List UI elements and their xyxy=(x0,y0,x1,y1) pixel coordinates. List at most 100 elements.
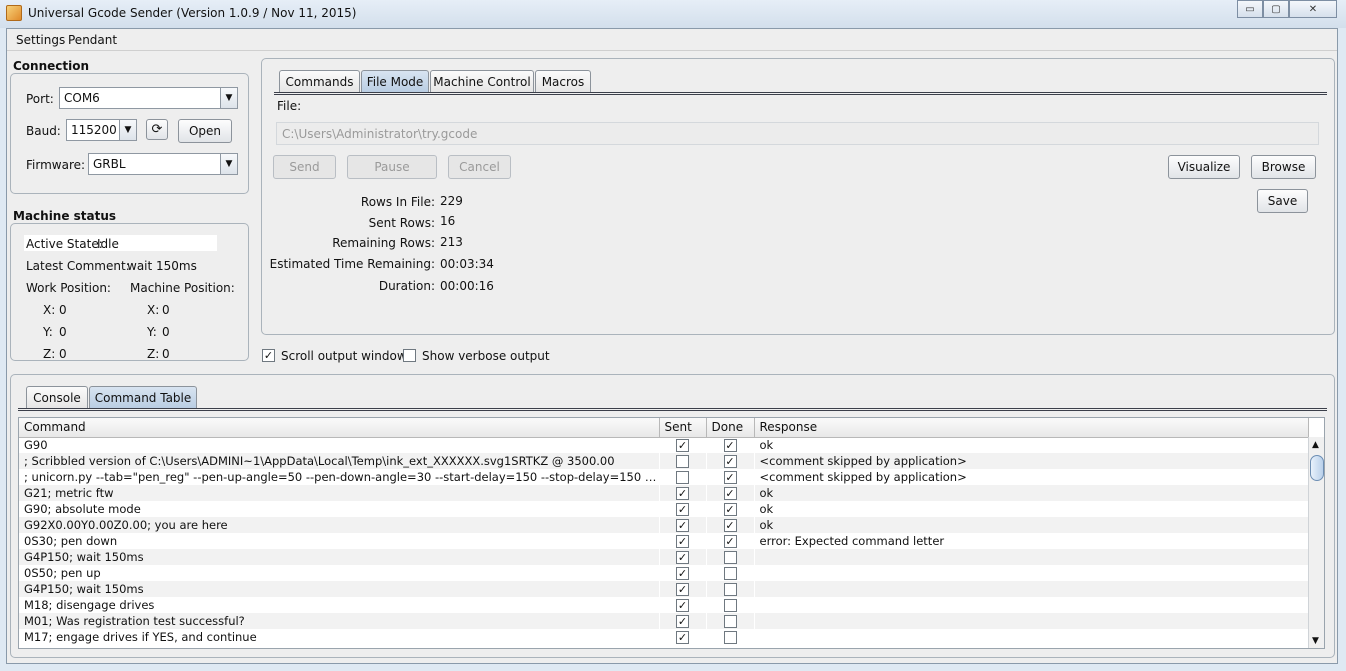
minimize-button[interactable]: ▭ xyxy=(1237,0,1263,18)
baud-label: Baud: xyxy=(26,124,61,138)
done-checkbox: ✓ xyxy=(723,486,737,500)
machine-z-value: 0 xyxy=(162,347,170,361)
latest-comment-value: wait 150ms xyxy=(127,259,197,273)
pause-button[interactable]: Pause xyxy=(347,155,437,179)
done-checkbox xyxy=(723,598,737,612)
done-checkbox: ✓ xyxy=(723,502,737,516)
header-sent[interactable]: Sent xyxy=(659,418,707,438)
checkmark-icon: ✓ xyxy=(725,438,735,452)
tab-command-table[interactable]: Command Table xyxy=(89,386,197,409)
checkmark-icon: ✓ xyxy=(677,486,688,500)
table-row[interactable]: G4P150; wait 150ms ✓ xyxy=(19,549,1309,565)
tab-console[interactable]: Console xyxy=(26,386,88,409)
tab-macros[interactable]: Macros xyxy=(535,70,591,93)
response-cell xyxy=(754,597,1309,613)
port-label: Port: xyxy=(26,92,54,106)
command-cell: 0S50; pen up xyxy=(19,565,660,581)
tab-commands[interactable]: Commands xyxy=(279,70,360,93)
table-row[interactable]: M18; disengage drives ✓ xyxy=(19,597,1309,613)
port-select[interactable]: COM6 ▼ xyxy=(59,87,238,109)
open-button[interactable]: Open xyxy=(178,119,232,143)
table-row[interactable]: G92X0.00Y0.00Z0.00; you are here ✓ ✓ ok xyxy=(19,517,1309,533)
checkmark-icon: ✓ xyxy=(725,486,735,500)
machine-status-title: Machine status xyxy=(13,209,117,223)
done-cell: ✓ xyxy=(706,437,755,453)
tab-machine-control[interactable]: Machine Control xyxy=(430,70,534,93)
sent-cell: ✓ xyxy=(659,581,707,597)
port-value: COM6 xyxy=(64,91,100,105)
checkmark-icon: ✓ xyxy=(677,534,688,548)
sent-checkbox: ✓ xyxy=(676,614,689,628)
done-checkbox: ✓ xyxy=(723,470,737,484)
browse-button[interactable]: Browse xyxy=(1251,155,1316,179)
send-button[interactable]: Send xyxy=(273,155,336,179)
scroll-thumb[interactable] xyxy=(1310,455,1324,481)
response-cell xyxy=(754,549,1309,565)
scroll-down-icon[interactable]: ▼ xyxy=(1312,636,1319,646)
file-path-field[interactable]: C:\Users\Administrator\try.gcode xyxy=(276,122,1319,145)
baud-select[interactable]: 115200 ▼ xyxy=(66,119,137,141)
sent-checkbox: ✓ xyxy=(676,550,689,564)
table-row[interactable]: ; unicorn.py --tab="pen_reg" --pen-up-an… xyxy=(19,469,1309,485)
firmware-label: Firmware: xyxy=(26,158,86,172)
firmware-select[interactable]: GRBL ▼ xyxy=(88,153,238,175)
table-row[interactable]: G21; metric ftw ✓ ✓ ok xyxy=(19,485,1309,501)
command-table: Command Sent Done Response G90 ✓ ✓ ok ; Scri… xyxy=(18,417,1325,649)
done-cell: ✓ xyxy=(706,453,755,469)
command-cell: G90 xyxy=(19,437,660,453)
checkmark-icon: ✓ xyxy=(725,518,735,532)
sent-cell: ✓ xyxy=(659,437,707,453)
machine-y-label: Y: xyxy=(147,325,157,339)
visualize-button[interactable]: Visualize xyxy=(1168,155,1240,179)
response-cell: <comment skipped by application> xyxy=(754,469,1309,485)
done-cell: ✓ xyxy=(706,469,755,485)
cancel-button[interactable]: Cancel xyxy=(448,155,511,179)
maximize-button[interactable]: ▢ xyxy=(1263,0,1289,18)
machine-position-label: Machine Position: xyxy=(130,281,235,295)
sent-checkbox: ✓ xyxy=(676,598,689,612)
header-response[interactable]: Response xyxy=(754,418,1309,438)
command-cell: ; Scribbled version of C:\Users\ADMINI~1… xyxy=(19,453,660,469)
scroll-output-checkbox[interactable]: ✓ xyxy=(262,349,275,362)
checkmark-icon: ✓ xyxy=(677,518,688,532)
sent-cell: ✓ xyxy=(659,517,707,533)
table-row[interactable]: 0S50; pen up ✓ xyxy=(19,565,1309,581)
active-state-label: Active State: xyxy=(26,237,103,251)
table-scrollbar[interactable]: ▲ ▼ xyxy=(1308,437,1324,648)
remaining-rows-value: 213 xyxy=(440,235,463,249)
table-body: G90 ✓ ✓ ok ; Scribbled version of C:\Users\A… xyxy=(19,437,1309,645)
sent-checkbox: ✓ xyxy=(676,486,689,500)
verbose-output-checkbox[interactable] xyxy=(403,349,416,362)
table-row[interactable]: G4P150; wait 150ms ✓ xyxy=(19,581,1309,597)
window-title: Universal Gcode Sender (Version 1.0.9 / … xyxy=(28,6,357,20)
scroll-up-icon[interactable]: ▲ xyxy=(1312,440,1319,450)
table-row[interactable]: M17; engage drives if YES, and continue ✓ xyxy=(19,629,1309,645)
active-state-value: Idle xyxy=(97,237,119,251)
refresh-ports-button[interactable]: ⟳ xyxy=(146,119,168,140)
tab-file-mode[interactable]: File Mode xyxy=(361,70,429,93)
sent-cell xyxy=(659,469,707,485)
close-button[interactable]: ✕ xyxy=(1289,0,1337,18)
machine-z-label: Z: xyxy=(147,347,160,361)
table-row[interactable]: 0S30; pen down ✓ ✓ error: Expected command … xyxy=(19,533,1309,549)
header-command[interactable]: Command xyxy=(19,418,660,438)
refresh-icon: ⟳ xyxy=(151,122,163,137)
table-row[interactable]: ; Scribbled version of C:\Users\ADMINI~1… xyxy=(19,453,1309,469)
sent-checkbox: ✓ xyxy=(676,534,689,548)
chevron-down-icon: ▼ xyxy=(220,154,237,174)
sent-cell: ✓ xyxy=(659,565,707,581)
save-button[interactable]: Save xyxy=(1257,189,1308,213)
table-row[interactable]: G90; absolute mode ✓ ✓ ok xyxy=(19,501,1309,517)
checkmark-icon: ✓ xyxy=(725,502,735,516)
table-row[interactable]: G90 ✓ ✓ ok xyxy=(19,437,1309,453)
sent-checkbox: ✓ xyxy=(676,630,689,644)
latest-comment-label: Latest Comment: xyxy=(26,259,130,273)
table-row[interactable]: M01; Was registration test successful? ✓ xyxy=(19,613,1309,629)
menu-settings[interactable]: Settings xyxy=(16,33,65,47)
response-cell: error: Expected command letter xyxy=(754,533,1309,549)
header-done[interactable]: Done xyxy=(706,418,755,438)
sent-cell: ✓ xyxy=(659,485,707,501)
sent-rows-value: 16 xyxy=(440,214,456,228)
menu-pendant[interactable]: Pendant xyxy=(68,33,117,47)
response-cell: ok xyxy=(754,501,1309,517)
